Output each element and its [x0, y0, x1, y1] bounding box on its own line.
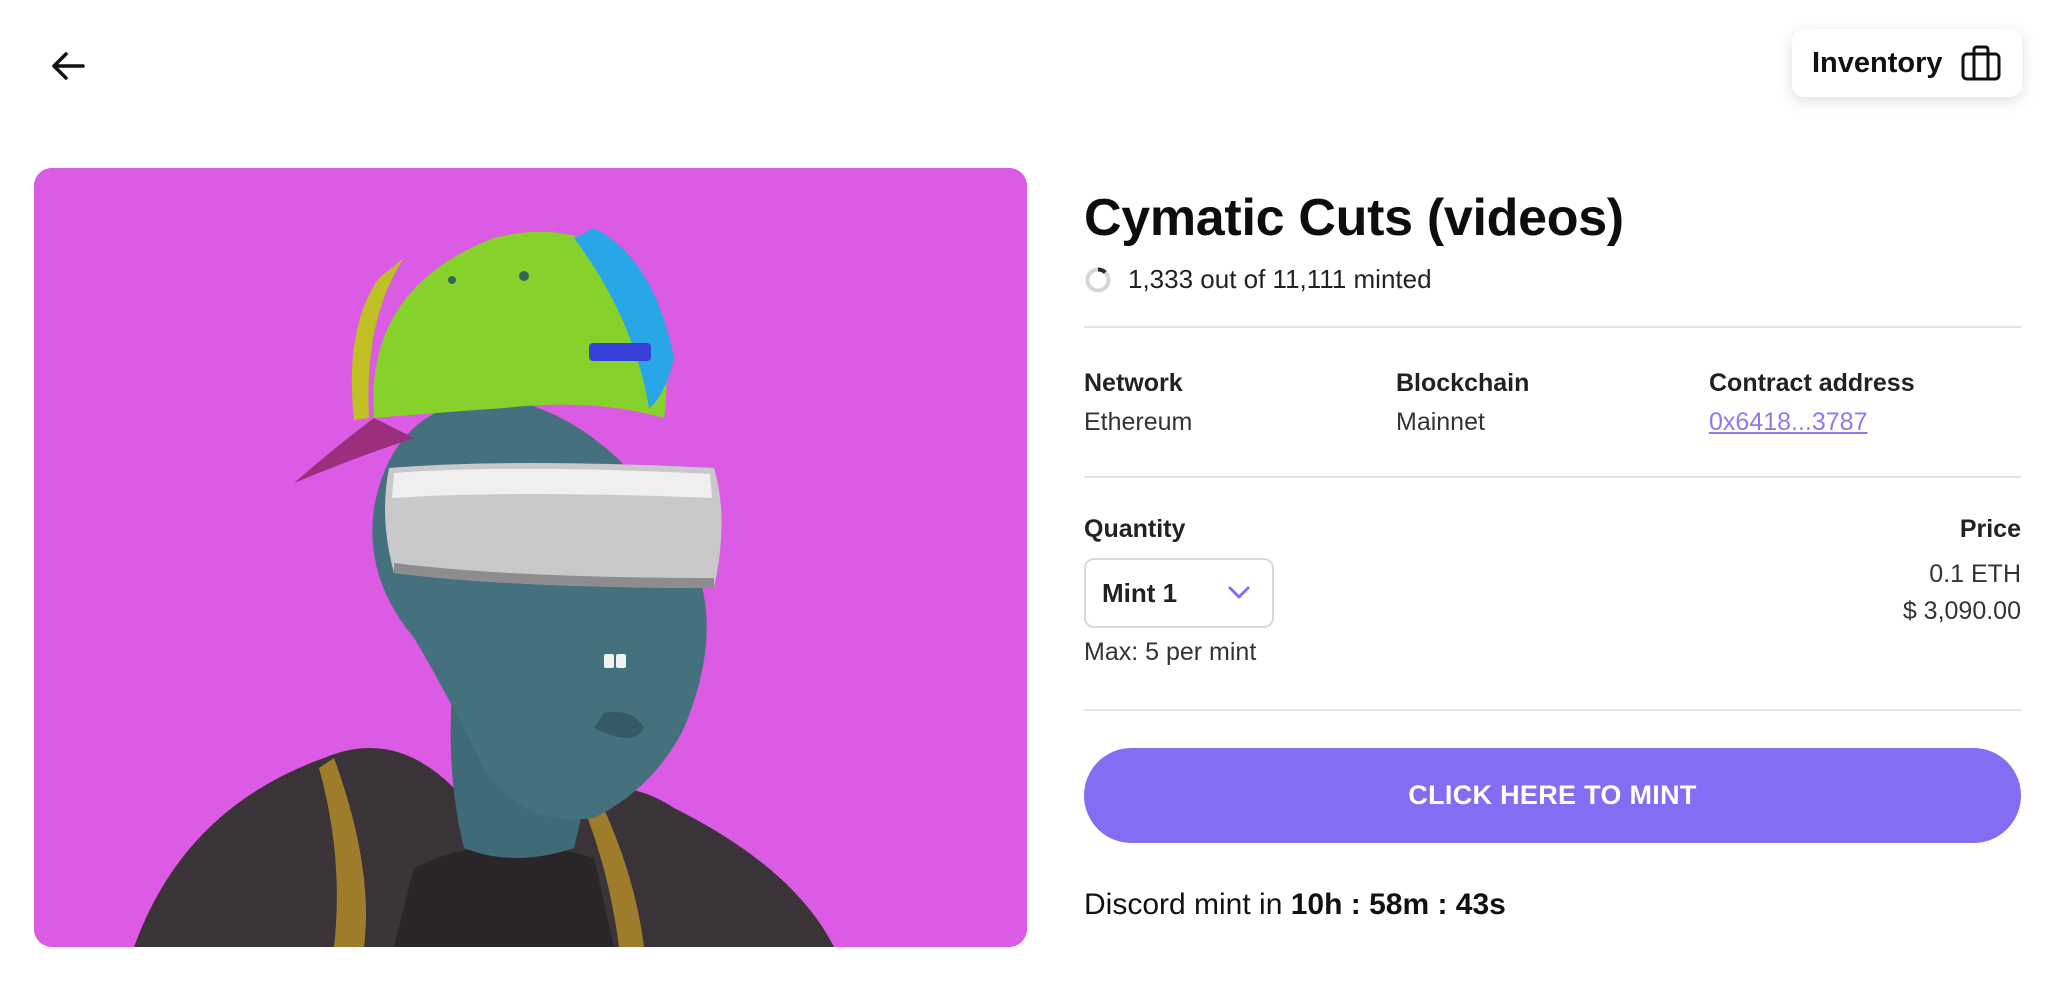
max-per-mint-note: Max: 5 per mint	[1084, 638, 1257, 666]
blockchain-info: Blockchain Mainnet	[1396, 369, 1529, 437]
blockchain-label: Blockchain	[1396, 369, 1530, 397]
inventory-label: Inventory	[1812, 46, 1943, 79]
quantity-label: Quantity	[1084, 515, 1186, 543]
price-label: Price	[1959, 515, 2021, 543]
minted-count-text: 1,333 out of 11,111 minted	[1128, 264, 1432, 294]
progress-ring-icon	[1085, 267, 1111, 292]
arrow-left-icon	[52, 52, 85, 80]
contract-info: Contract address 0x6418...3787	[1709, 369, 1915, 437]
briefcase-icon	[1961, 45, 2001, 81]
contract-address-link[interactable]: 0x6418...3787	[1709, 408, 1915, 437]
divider	[1084, 326, 2021, 328]
mint-button[interactable]: CLICK HERE TO MINT	[1084, 748, 2021, 843]
nft-preview-image	[34, 168, 1027, 947]
quantity-selected-value: Mint 1	[1102, 577, 1178, 608]
alien-character-illustration	[34, 168, 1027, 947]
discord-mint-countdown: Discord mint in 10h : 58m : 43s	[1084, 888, 1506, 922]
inventory-button[interactable]: Inventory	[1792, 29, 2022, 97]
minted-status: 1,333 out of 11,111 minted	[1084, 264, 1432, 295]
price-usd: $ 3,090.00	[1902, 597, 2021, 625]
network-label: Network	[1084, 369, 1183, 397]
network-info: Network Ethereum	[1084, 369, 1192, 437]
network-value: Ethereum	[1084, 408, 1193, 436]
price-block: Price 0.1 ETH $ 3,090.00	[1903, 515, 2021, 626]
countdown-timer: 10h : 58m : 43s	[1290, 888, 1506, 921]
chevron-down-icon	[1228, 586, 1250, 599]
countdown-prefix: Discord mint in	[1084, 888, 1291, 921]
collection-title: Cymatic Cuts (videos)	[1084, 189, 1624, 247]
back-button[interactable]	[44, 42, 92, 90]
blockchain-value: Mainnet	[1396, 408, 1485, 436]
contract-label: Contract address	[1709, 369, 1915, 397]
divider	[1084, 709, 2021, 711]
quantity-select[interactable]: Mint 1	[1084, 558, 1274, 628]
price-eth: 0.1 ETH	[1929, 560, 2021, 588]
divider	[1084, 476, 2021, 478]
